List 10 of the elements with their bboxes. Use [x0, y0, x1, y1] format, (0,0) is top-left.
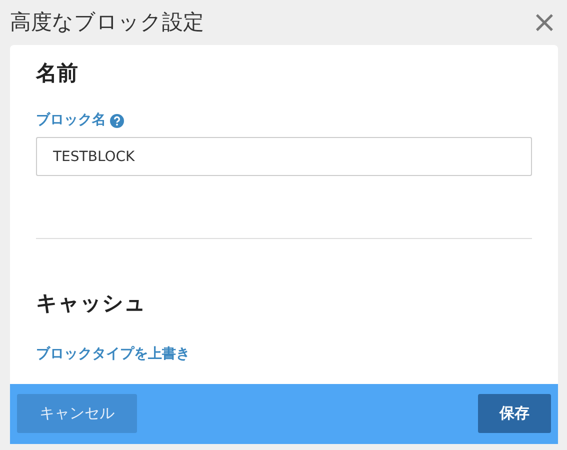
section-heading: 名前 [36, 61, 79, 86]
field-label: ブロック名 [36, 111, 106, 130]
block-name-field[interactable]: TESTBLOCK [36, 137, 532, 176]
help-icon[interactable] [110, 114, 124, 128]
save-button[interactable]: 保存 [478, 394, 551, 433]
override-link[interactable]: ブロックタイプを上書き [36, 344, 190, 366]
cancel-button[interactable]: キャンセル [17, 394, 137, 433]
close-button[interactable]: × [528, 8, 561, 38]
dialog-title: 高度なブロック設定 [10, 12, 204, 33]
section-heading: キャッシュ [36, 291, 147, 316]
